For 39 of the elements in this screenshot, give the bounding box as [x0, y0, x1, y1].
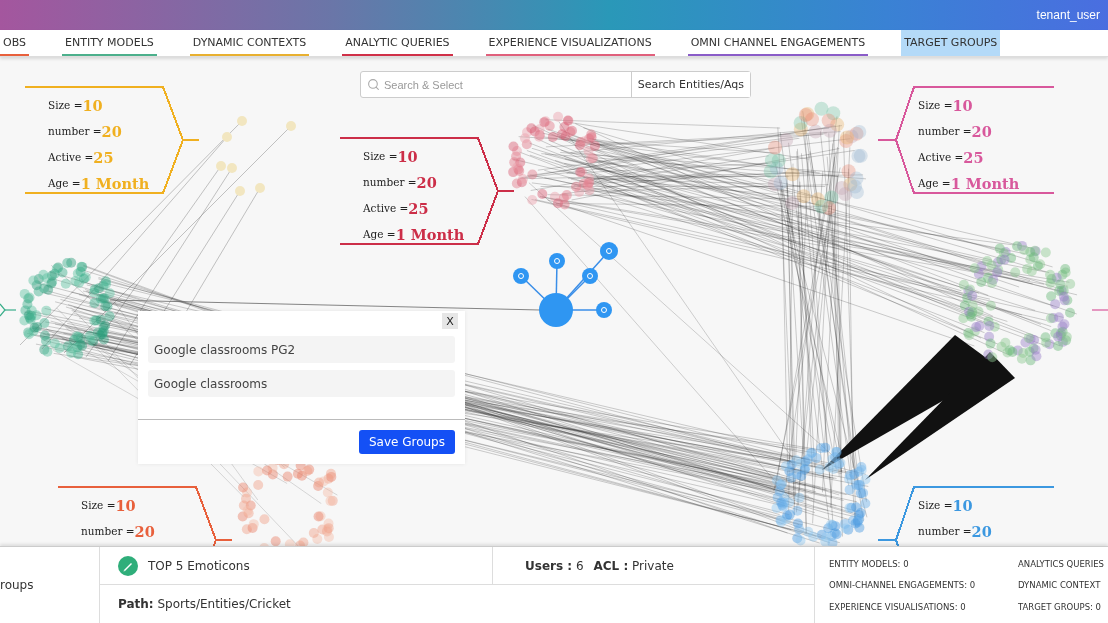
pen-icon [118, 555, 138, 576]
edge-marker [1091, 309, 1108, 311]
nav-tab[interactable]: TARGET GROUPS [901, 30, 1001, 56]
search-icon [367, 78, 380, 91]
entity-title: TOP 5 Emoticons [148, 558, 250, 573]
stat-text: number =20 [363, 172, 438, 193]
stat-text: Age =1 Month [918, 173, 1020, 194]
stat-text: Active =25 [363, 198, 430, 219]
user-name[interactable]: tenant_user [1036, 8, 1100, 22]
search-field[interactable]: Search & Select Search Entities/Aqs [360, 71, 751, 98]
count-text: DYNAMIC CONTEXT [1018, 580, 1102, 590]
acl-text: ACL : Private [593, 558, 674, 573]
save-button[interactable]: Save Groups [358, 430, 455, 454]
count-text: EXPERIENCE VISUALISATIONS: 0 [829, 601, 967, 612]
path-text: Path: Sports/Entities/Cricket [118, 597, 291, 611]
users-text: Users : 6 [525, 558, 584, 573]
count-text: ANALYTICS QUERIES [1018, 558, 1105, 569]
stat-text: Age =1 Month [363, 224, 465, 245]
stat-text: Age =1 Month [48, 173, 150, 194]
stat-text: Active =25 [918, 147, 985, 168]
search-button[interactable]: Search Entities/Aqs [630, 72, 750, 97]
close-button[interactable]: X [442, 313, 458, 329]
stat-text: number =20 [918, 121, 993, 142]
stat-text: Size =10 [363, 146, 419, 167]
stat-text: number =20 [918, 521, 992, 542]
count-text: ENTITY MODELS: 0 [829, 558, 910, 569]
stat-text: Active =25 [48, 147, 115, 168]
stat-text: number =20 [81, 521, 155, 542]
stat-text: number =20 [48, 121, 123, 142]
stat-text: Size =10 [48, 95, 104, 116]
stat-text: Size =10 [918, 95, 974, 116]
count-text: OMNI-CHANNEL ENGAGEMENTS: 0 [829, 580, 977, 590]
group-field[interactable]: Google classrooms [148, 370, 455, 397]
stat-text: Size =10 [918, 495, 974, 516]
group-label: roups [0, 578, 34, 592]
edge-marker [0, 303, 17, 317]
group-field[interactable]: Google classrooms PG2 [148, 336, 455, 363]
stat-text: Size =10 [81, 495, 137, 516]
count-text: TARGET GROUPS: 0 [1018, 601, 1102, 612]
